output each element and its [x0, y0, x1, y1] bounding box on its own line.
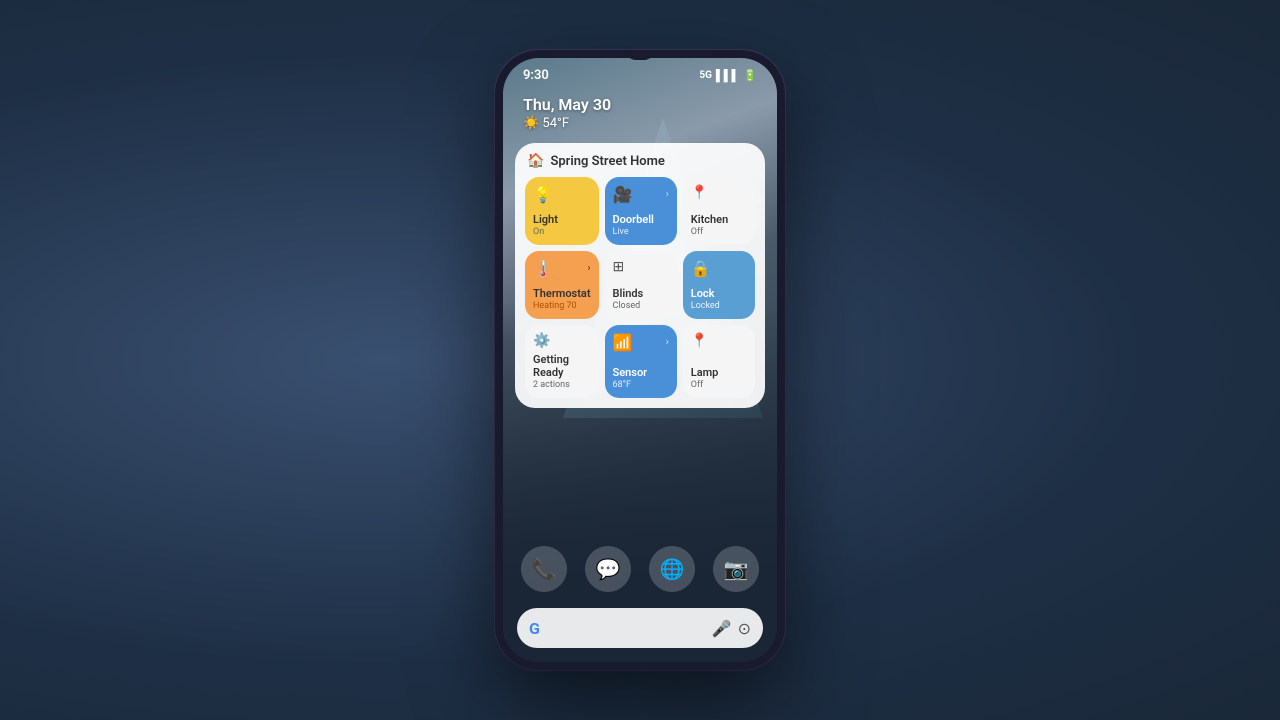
- tile-sensor-name: Sensor: [613, 366, 669, 379]
- card-title: Spring Street Home: [550, 154, 665, 169]
- tile-sensor-status: 68°F: [613, 380, 669, 390]
- tile-thermostat[interactable]: 🌡️ › Thermostat Heating 70: [525, 251, 599, 319]
- tile-blinds-icon-row: ⊞: [613, 259, 669, 275]
- kitchen-icon: 📍: [691, 185, 708, 201]
- microphone-icon[interactable]: 🎤: [712, 619, 732, 638]
- network-indicator: 5G: [699, 70, 712, 81]
- light-icon: 💡: [533, 185, 553, 204]
- tile-doorbell[interactable]: 🎥 › Doorbell Live: [605, 177, 677, 245]
- status-bar: 9:30 5G ▌▌▌ 🔋: [503, 58, 777, 87]
- thermostat-icon: 🌡️: [533, 259, 553, 278]
- sensor-icon: 📶: [613, 333, 633, 352]
- tiles-grid: 💡 Light On 🎥 › Doorbell Live: [525, 177, 755, 398]
- tile-getting-ready-status: 2 actions: [533, 380, 591, 390]
- tile-light-name: Light: [533, 213, 591, 226]
- tile-lamp-icon-row: 📍: [691, 333, 747, 349]
- tile-getting-ready-icon-row: ⚙️: [533, 333, 591, 349]
- app-dock: 📞 💬 🌐 📷: [503, 546, 777, 592]
- tile-lock-name: Lock: [691, 287, 747, 300]
- battery-icon: 🔋: [743, 69, 757, 82]
- tile-kitchen-status: Off: [691, 227, 747, 237]
- status-time: 9:30: [523, 68, 549, 83]
- tile-kitchen-name: Kitchen: [691, 213, 747, 226]
- google-search-bar[interactable]: G 🎤 ⊙: [517, 608, 763, 648]
- dock-camera[interactable]: 📷: [713, 546, 759, 592]
- smart-home-card: 🏠 Spring Street Home 💡 Light On: [515, 143, 765, 408]
- status-icons: 5G ▌▌▌ 🔋: [699, 69, 757, 82]
- tile-doorbell-icon-row: 🎥 ›: [613, 185, 669, 204]
- tile-doorbell-name: Doorbell: [613, 213, 669, 226]
- tile-lock-icon-row: 🔒: [691, 259, 747, 278]
- doorbell-icon: 🎥: [613, 185, 633, 204]
- tile-light-icon-row: 💡: [533, 185, 591, 204]
- tile-getting-ready-name: Getting Ready: [533, 353, 591, 379]
- signal-icon: ▌▌▌: [716, 69, 739, 82]
- tile-light-status: On: [533, 227, 591, 237]
- tile-doorbell-status: Live: [613, 227, 669, 237]
- tile-lock-status: Locked: [691, 301, 747, 311]
- tile-thermostat-name: Thermostat: [533, 287, 591, 300]
- weather-display: ☀️ 54°F: [523, 116, 757, 131]
- date-display: Thu, May 30: [523, 95, 757, 114]
- sensor-chevron-icon: ›: [666, 337, 669, 348]
- tile-blinds-name: Blinds: [613, 287, 669, 300]
- blinds-icon: ⊞: [613, 259, 625, 275]
- tile-kitchen[interactable]: 📍 Kitchen Off: [683, 177, 755, 245]
- dock-chrome[interactable]: 🌐: [649, 546, 695, 592]
- tile-blinds-status: Closed: [613, 301, 669, 311]
- lamp-icon: 📍: [691, 333, 708, 349]
- date-weather-section: Thu, May 30 ☀️ 54°F: [503, 87, 777, 143]
- doorbell-chevron-icon: ›: [666, 189, 669, 200]
- thermostat-chevron-icon: ›: [588, 263, 591, 274]
- phone-screen: 9:30 5G ▌▌▌ 🔋 Thu, May 30 ☀️ 54°F 🏠 Spri…: [503, 58, 777, 662]
- tile-light[interactable]: 💡 Light On: [525, 177, 599, 245]
- getting-ready-icon: ⚙️: [533, 333, 550, 349]
- google-logo: G: [529, 619, 540, 638]
- lock-icon: 🔒: [691, 259, 711, 278]
- tile-getting-ready[interactable]: ⚙️ Getting Ready 2 actions: [525, 325, 599, 398]
- tile-lamp-status: Off: [691, 380, 747, 390]
- tile-lamp-name: Lamp: [691, 366, 747, 379]
- lens-icon[interactable]: ⊙: [738, 619, 751, 638]
- dock-messages[interactable]: 💬: [585, 546, 631, 592]
- tile-kitchen-icon-row: 📍: [691, 185, 747, 201]
- tile-sensor[interactable]: 📶 › Sensor 68°F: [605, 325, 677, 398]
- dock-phone[interactable]: 📞: [521, 546, 567, 592]
- temperature: 54°F: [542, 116, 569, 131]
- tile-blinds[interactable]: ⊞ Blinds Closed: [605, 251, 677, 319]
- phone-device: 9:30 5G ▌▌▌ 🔋 Thu, May 30 ☀️ 54°F 🏠 Spri…: [495, 50, 785, 670]
- tile-thermostat-icon-row: 🌡️ ›: [533, 259, 591, 278]
- tile-lock[interactable]: 🔒 Lock Locked: [683, 251, 755, 319]
- home-icon: 🏠: [527, 153, 544, 169]
- tile-sensor-icon-row: 📶 ›: [613, 333, 669, 352]
- tile-lamp[interactable]: 📍 Lamp Off: [683, 325, 755, 398]
- weather-icon: ☀️: [523, 116, 539, 131]
- card-header: 🏠 Spring Street Home: [525, 153, 755, 177]
- tile-thermostat-status: Heating 70: [533, 301, 591, 311]
